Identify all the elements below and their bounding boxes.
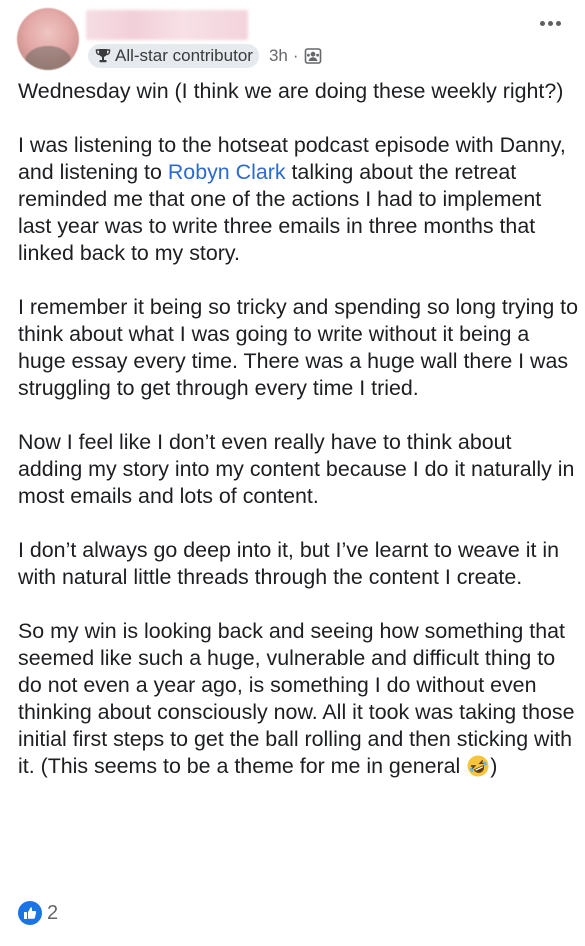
author-avatar[interactable]: [17, 8, 79, 70]
post-paragraph: Now I feel like I don’t even really have…: [18, 430, 575, 508]
post-paragraph: So my win is looking back and seeing how…: [18, 619, 575, 778]
post-paragraph: I remember it being so tricky and spendi…: [18, 295, 579, 400]
trophy-icon: [94, 47, 112, 65]
post-paragraph: I don’t always go deep into it, but I’ve…: [18, 538, 560, 589]
post-paragraph: I was listening to the hotseat podcast e…: [18, 133, 566, 265]
reaction-count: 2: [47, 901, 59, 924]
more-options-button[interactable]: [534, 10, 566, 36]
post-time[interactable]: 3h: [269, 46, 288, 66]
post-header: All-star contributor 3h ·: [0, 0, 585, 76]
more-options-icon: [539, 20, 545, 26]
all-star-contributor-badge[interactable]: All-star contributor: [88, 44, 259, 68]
badge-label: All-star contributor: [115, 46, 253, 65]
like-reaction-icon: [18, 901, 42, 925]
meta-separator: ·: [292, 46, 299, 65]
author-name-redacted[interactable]: [86, 10, 248, 40]
rolling-on-floor-laughing-emoji: [466, 754, 490, 778]
reactions-summary[interactable]: 2: [18, 900, 58, 926]
post-paragraph: Wednesday win (I think we are doing thes…: [18, 79, 564, 103]
post-body: Wednesday win (I think we are doing thes…: [18, 78, 578, 807]
post-meta: All-star contributor 3h ·: [88, 43, 322, 69]
mention-link[interactable]: Robyn Clark: [168, 160, 286, 184]
group-audience-icon: [304, 47, 322, 65]
